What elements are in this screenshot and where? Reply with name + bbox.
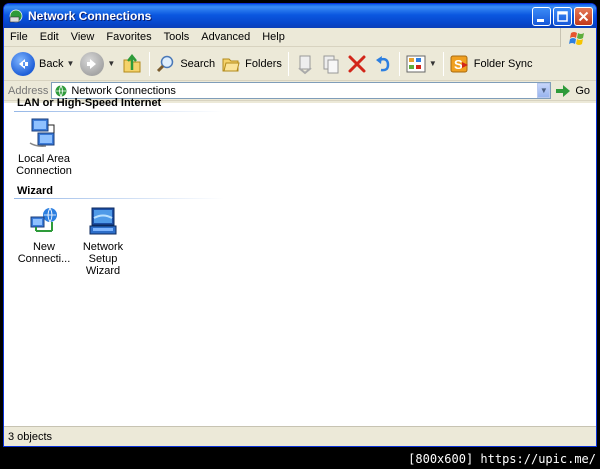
views-dropdown-icon: ▼	[428, 59, 437, 68]
go-arrow-icon	[556, 84, 571, 97]
undo-button[interactable]	[370, 50, 396, 78]
local-area-connection-icon	[28, 117, 60, 149]
item-label-line2: Wizard	[85, 265, 121, 277]
group-header-wizard: Wizard	[17, 185, 53, 197]
forward-button[interactable]: ▼	[77, 50, 118, 78]
toolbar-separator	[442, 51, 444, 76]
network-setup-wizard-item[interactable]: Network Setup Wizard	[68, 205, 138, 277]
group-divider	[14, 198, 224, 199]
menu-tools[interactable]: Tools	[158, 31, 196, 43]
minimize-icon	[537, 18, 544, 22]
menu-favorites[interactable]: Favorites	[100, 31, 157, 43]
copy-to-icon	[323, 55, 339, 73]
minimize-button[interactable]	[532, 6, 551, 26]
forward-arrow-icon	[80, 51, 105, 76]
views-button[interactable]: ▼	[403, 50, 440, 78]
menu-file[interactable]: File	[4, 31, 34, 43]
folders-label: Folders	[245, 57, 282, 70]
menu-edit[interactable]: Edit	[34, 31, 65, 43]
group-header-lan: LAN or High-Speed Internet	[17, 97, 162, 109]
search-icon	[157, 55, 174, 72]
address-dropdown-icon[interactable]: ▼	[537, 83, 551, 98]
toolbar-separator	[398, 51, 400, 76]
group-divider	[14, 111, 224, 112]
watermark: [800x600] https://upic.me/	[408, 452, 596, 466]
menu-advanced[interactable]: Advanced	[195, 31, 256, 43]
folders-icon	[222, 58, 240, 71]
item-label-line2: Connection	[16, 165, 72, 177]
up-button[interactable]	[118, 50, 146, 78]
network-setup-wizard-icon	[87, 205, 119, 237]
back-dropdown-icon[interactable]: ▼	[66, 59, 74, 68]
maximize-icon	[557, 10, 568, 22]
network-globe-icon	[55, 84, 67, 97]
status-text: 3 objects	[8, 430, 53, 443]
address-label: Address	[8, 84, 49, 97]
explorer-window: Network Connections File Edit View Favor…	[3, 3, 597, 447]
go-label: Go	[575, 84, 590, 97]
item-label-line1: Local Area	[18, 153, 70, 165]
folder-up-icon	[123, 53, 141, 72]
item-label-line1: New	[32, 241, 55, 253]
window-title: Network Connections	[28, 9, 152, 23]
local-area-connection-item[interactable]: Local Area Connection	[14, 117, 74, 177]
item-label-line1: Network Setup	[82, 241, 124, 265]
menu-help[interactable]: Help	[256, 31, 291, 43]
delete-button[interactable]	[344, 50, 370, 78]
content-pane: LAN or High-Speed Internet Local Area Co…	[4, 97, 596, 428]
folder-sync-button[interactable]: S Folder Sync	[447, 50, 536, 78]
views-icon	[406, 55, 426, 72]
copy-to-button[interactable]	[318, 50, 344, 78]
search-button[interactable]: Search	[153, 50, 218, 78]
move-to-button[interactable]	[292, 50, 318, 78]
search-label: Search	[180, 57, 216, 70]
svg-text:S: S	[454, 57, 463, 72]
toolbar-separator	[149, 51, 151, 76]
maximize-button[interactable]	[553, 6, 572, 26]
new-connection-wizard-icon	[28, 205, 60, 237]
address-value: Network Connections	[71, 84, 176, 97]
back-arrow-icon	[11, 51, 35, 76]
forward-dropdown-icon[interactable]: ▼	[107, 59, 115, 68]
close-button[interactable]	[574, 6, 593, 26]
menu-view[interactable]: View	[65, 31, 101, 43]
move-to-icon	[298, 55, 312, 74]
network-connections-icon	[8, 8, 24, 24]
undo-icon	[375, 55, 390, 71]
folder-sync-label: Folder Sync	[473, 57, 533, 70]
toolbar: Back ▼ ▼ Search Folders ▼ S Folder Sync	[4, 47, 596, 81]
delete-icon	[348, 55, 366, 72]
item-label-line2: Connecti...	[17, 253, 71, 265]
new-connection-item[interactable]: New Connecti...	[14, 205, 74, 265]
close-icon	[578, 11, 589, 21]
windows-logo-icon	[560, 28, 596, 47]
folders-button[interactable]: Folders	[218, 50, 285, 78]
toolbar-separator	[287, 51, 289, 76]
status-bar: 3 objects	[4, 426, 596, 446]
back-button[interactable]: Back ▼	[8, 50, 77, 78]
folder-sync-icon: S	[450, 55, 468, 72]
back-label: Back	[39, 57, 64, 70]
go-button[interactable]: Go	[555, 84, 590, 98]
title-bar[interactable]: Network Connections	[4, 4, 596, 28]
menu-bar: File Edit View Favorites Tools Advanced …	[4, 28, 596, 47]
